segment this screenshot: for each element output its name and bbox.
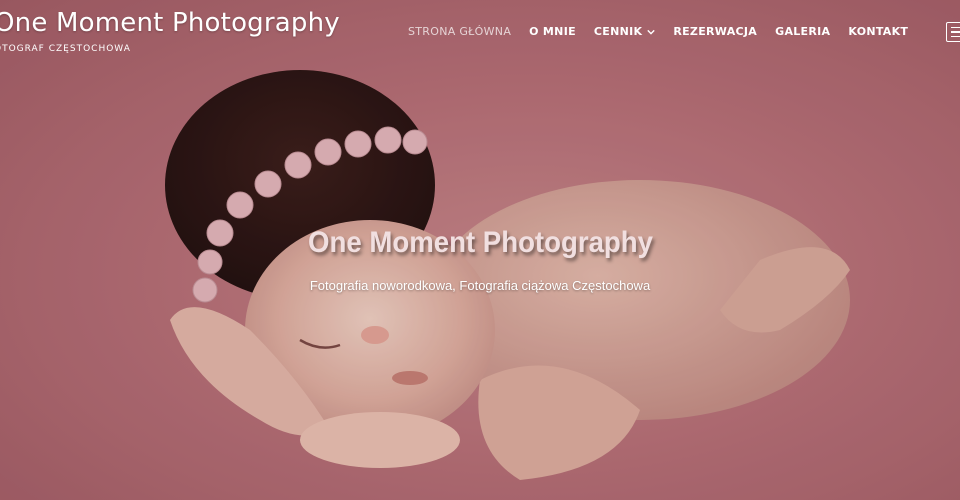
site-brand[interactable]: One Moment Photography OTOGRAF CZĘSTOCHO… [0,8,340,54]
nav-item-booking[interactable]: REZERWACJA [673,25,757,38]
main-nav: STRONA GŁÓWNA O MNIE CENNIK REZERWACJA G… [408,25,908,38]
hamburger-line [951,35,960,38]
site-tagline: OTOGRAF CZĘSTOCHOWA [0,44,131,54]
hamburger-line [951,26,960,29]
hero-subtitle: Fotografia noworodkowa, Fotografia ciążo… [309,278,651,293]
nav-item-home[interactable]: STRONA GŁÓWNA [408,25,511,38]
hero-text: One Moment Photography Fotografia noworo… [0,226,960,293]
nav-item-about[interactable]: O MNIE [529,25,576,38]
nav-item-contact[interactable]: KONTAKT [848,25,908,38]
nav-item-pricing-label: CENNIK [593,25,643,38]
hero-title: One Moment Photography [307,226,653,259]
hamburger-line [951,31,960,33]
chevron-down-icon [647,29,656,35]
site-title[interactable]: One Moment Photography [0,8,340,38]
nav-item-gallery[interactable]: GALERIA [775,25,830,38]
hamburger-menu-icon[interactable] [946,22,960,42]
nav-item-pricing[interactable]: CENNIK [593,25,656,38]
